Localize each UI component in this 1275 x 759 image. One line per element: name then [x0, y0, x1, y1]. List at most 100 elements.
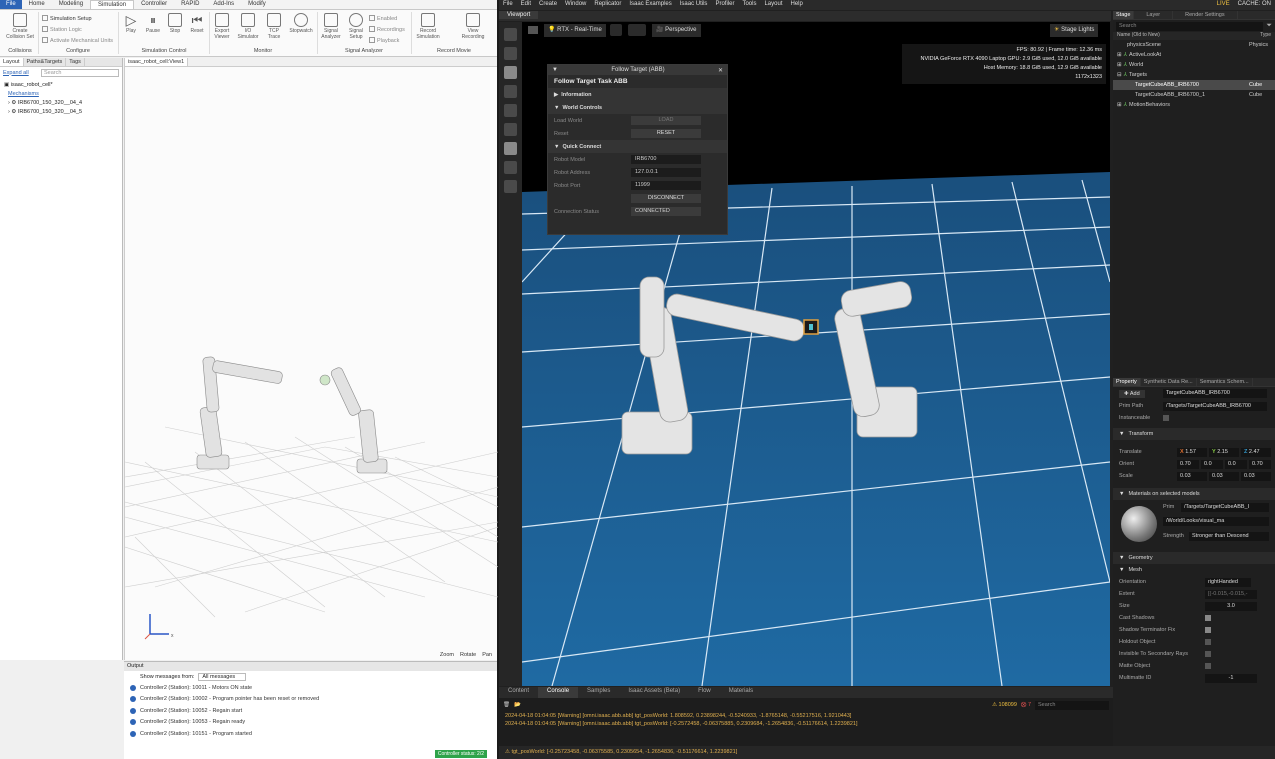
rs-3d-view[interactable]: isaac_robot_cell:View1 x Zoom Rotate Pan: [124, 58, 498, 660]
orient-y-field[interactable]: 0.0: [1225, 459, 1247, 469]
translate-z-field[interactable]: Z 2.47: [1241, 447, 1271, 457]
size-field[interactable]: 3.0: [1205, 601, 1257, 611]
tab-viewport[interactable]: Viewport: [499, 11, 539, 19]
matte-checkbox[interactable]: [1205, 663, 1211, 669]
isaac-menu-examples[interactable]: Isaac Examples: [625, 0, 675, 10]
output-row[interactable]: Controller2 (Station): 10151 - Program s…: [124, 728, 497, 740]
tab-flow[interactable]: Flow: [689, 687, 720, 698]
stage-item-target-cube-1[interactable]: TargetCubeABB_IRB6700_1 Cube: [1113, 90, 1275, 100]
brush-icon[interactable]: [504, 180, 517, 193]
isaac-menu-layout[interactable]: Layout: [760, 0, 786, 10]
view-recording-button[interactable]: View Recording: [458, 13, 488, 40]
stop-button[interactable]: Stop: [165, 13, 185, 35]
multimatte-field[interactable]: -1: [1205, 673, 1257, 683]
tab-layer[interactable]: Layer: [1134, 11, 1174, 19]
reset-world-button[interactable]: RESET: [631, 129, 701, 138]
tree-robot-2[interactable]: › ⚙ IRB6700_150_320__04_5: [4, 108, 118, 117]
pause-button[interactable]: ⏸ Pause: [143, 13, 163, 35]
stage-item-targets[interactable]: ⊟ ⅄ Targets: [1113, 70, 1275, 80]
scale-y-field[interactable]: 0.03: [1209, 471, 1239, 481]
rs-menu-modify[interactable]: Modify: [241, 0, 273, 9]
translate-x-field[interactable]: X 1.57: [1177, 447, 1207, 457]
select-icon[interactable]: [504, 47, 517, 60]
robot-model-field[interactable]: IRB6700: [631, 155, 701, 164]
rs-menu-controller[interactable]: Controller: [134, 0, 174, 9]
recordings-button[interactable]: Recordings: [369, 26, 405, 33]
isaac-menu-replicator[interactable]: Replicator: [590, 0, 625, 10]
scale-x-field[interactable]: 0.03: [1177, 471, 1207, 481]
output-row[interactable]: Controller2 (Station): 10053 - Regain re…: [124, 717, 497, 729]
tab-semantics[interactable]: Semantics Schem...: [1197, 378, 1253, 386]
section-quick-connect[interactable]: ▼ Quick Connect: [548, 140, 727, 153]
load-button[interactable]: LOAD: [631, 116, 701, 125]
isaac-viewport[interactable]: 💡 RTX - Real-Time 🎥 Perspective ☀ Stage …: [522, 22, 1110, 686]
orient-w-field[interactable]: 0.70: [1177, 459, 1199, 469]
tree-robot-1[interactable]: › ⚙ IRB6700_150_320__04_4: [4, 99, 118, 108]
tab-paths-targets[interactable]: Paths&Targets: [24, 58, 67, 66]
output-row[interactable]: Controller2 (Station): 10002 - Program p…: [124, 694, 497, 706]
isaac-menu-help[interactable]: Help: [786, 0, 806, 10]
record-simulation-button[interactable]: Record Simulation: [413, 13, 443, 40]
tab-synthetic-data[interactable]: Synthetic Data Re...: [1141, 378, 1197, 386]
invisible-secondary-checkbox[interactable]: [1205, 651, 1211, 657]
tree-mechanisms[interactable]: Mechanisms: [4, 90, 118, 99]
folder-icon[interactable]: 📂: [514, 702, 521, 708]
orientation-select[interactable]: rightHanded: [1205, 577, 1251, 587]
rs-menu-rapid[interactable]: RAPID: [174, 0, 206, 9]
tab-tags[interactable]: Tags: [66, 58, 85, 66]
tab-isaac-assets[interactable]: Isaac Assets (Beta): [619, 687, 689, 698]
stage-search-input[interactable]: Search: [1116, 21, 1264, 31]
rs-menu-modeling[interactable]: Modeling: [52, 0, 90, 9]
tab-stage[interactable]: Stage: [1113, 11, 1135, 19]
material-path-field[interactable]: /World/Looks/visual_ma: [1163, 517, 1269, 526]
section-information[interactable]: ▶ Information: [548, 88, 727, 101]
enabled-checkbox[interactable]: Enabled: [369, 15, 397, 22]
tree-station[interactable]: ▣ isaac_robot_cell*: [4, 81, 118, 90]
play-button[interactable]: ▷ Play: [121, 13, 141, 35]
render-mode-button[interactable]: 💡 RTX - Real-Time: [544, 24, 606, 37]
activate-mech-units-button[interactable]: Activate Mechanical Units: [42, 37, 113, 44]
message-filter-select[interactable]: All messages: [198, 672, 247, 681]
signal-setup-button[interactable]: Signal Setup: [344, 13, 368, 40]
stage-item-world[interactable]: ⊞ ⅄ World: [1113, 60, 1275, 70]
rotate-icon[interactable]: [504, 85, 517, 98]
tab-property[interactable]: Property: [1113, 378, 1141, 386]
output-row[interactable]: Controller2 (Station): 10011 - Motors ON…: [124, 682, 497, 694]
isaac-menu-create[interactable]: Create: [535, 0, 561, 10]
prim-name-field[interactable]: TargetCubeABB_IRB6700: [1163, 389, 1267, 398]
section-transform[interactable]: ▼ Transform: [1113, 428, 1275, 440]
snap-icon[interactable]: [504, 123, 517, 136]
audio-icon[interactable]: [628, 24, 646, 36]
stage-item-activelookat[interactable]: ⊞ ⅄ ActiveLookAt: [1113, 50, 1275, 60]
tab-view1[interactable]: isaac_robot_cell:View1: [125, 58, 189, 66]
stopwatch-button[interactable]: Stopwatch: [287, 13, 315, 35]
filter-icon[interactable]: ⏷: [1266, 22, 1272, 30]
section-mesh[interactable]: ▼ Mesh: [1113, 564, 1275, 576]
tab-materials[interactable]: Materials: [720, 687, 762, 698]
rs-menu-simulation[interactable]: Simulation: [90, 0, 135, 9]
expand-all-link[interactable]: Expand all: [3, 70, 41, 76]
translate-y-field[interactable]: Y 2.15: [1209, 447, 1239, 457]
tab-samples[interactable]: Samples: [578, 687, 619, 698]
create-collision-set-button[interactable]: Create Collision Set: [3, 13, 37, 40]
holdout-checkbox[interactable]: [1205, 639, 1211, 645]
robot-address-field[interactable]: 127.0.0.1: [631, 168, 701, 177]
simulation-setup-button[interactable]: Simulation Setup: [42, 15, 92, 22]
pause-icon[interactable]: [504, 142, 517, 155]
target-cube-icon[interactable]: [803, 319, 819, 335]
extent-field[interactable]: [(-0.015,-0.015,-: [1205, 589, 1257, 599]
add-button[interactable]: ✚ Add: [1119, 389, 1145, 398]
tab-content[interactable]: Content: [499, 687, 538, 698]
camera-icon[interactable]: [504, 28, 517, 41]
scale-z-field[interactable]: 0.03: [1241, 471, 1271, 481]
settings-icon[interactable]: [610, 24, 622, 36]
isaac-menu-window[interactable]: Window: [561, 0, 590, 10]
playback-button[interactable]: Playback: [369, 37, 399, 44]
stage-item-physics-scene[interactable]: physicsScene Physics: [1113, 40, 1275, 50]
layout-search-input[interactable]: Search: [41, 68, 119, 77]
stop-icon[interactable]: [504, 161, 517, 174]
instanceable-checkbox[interactable]: [1163, 415, 1169, 421]
tab-console[interactable]: Console: [538, 687, 579, 698]
console-search-input[interactable]: Search: [1035, 700, 1109, 710]
isaac-menu-file[interactable]: File: [499, 0, 517, 10]
